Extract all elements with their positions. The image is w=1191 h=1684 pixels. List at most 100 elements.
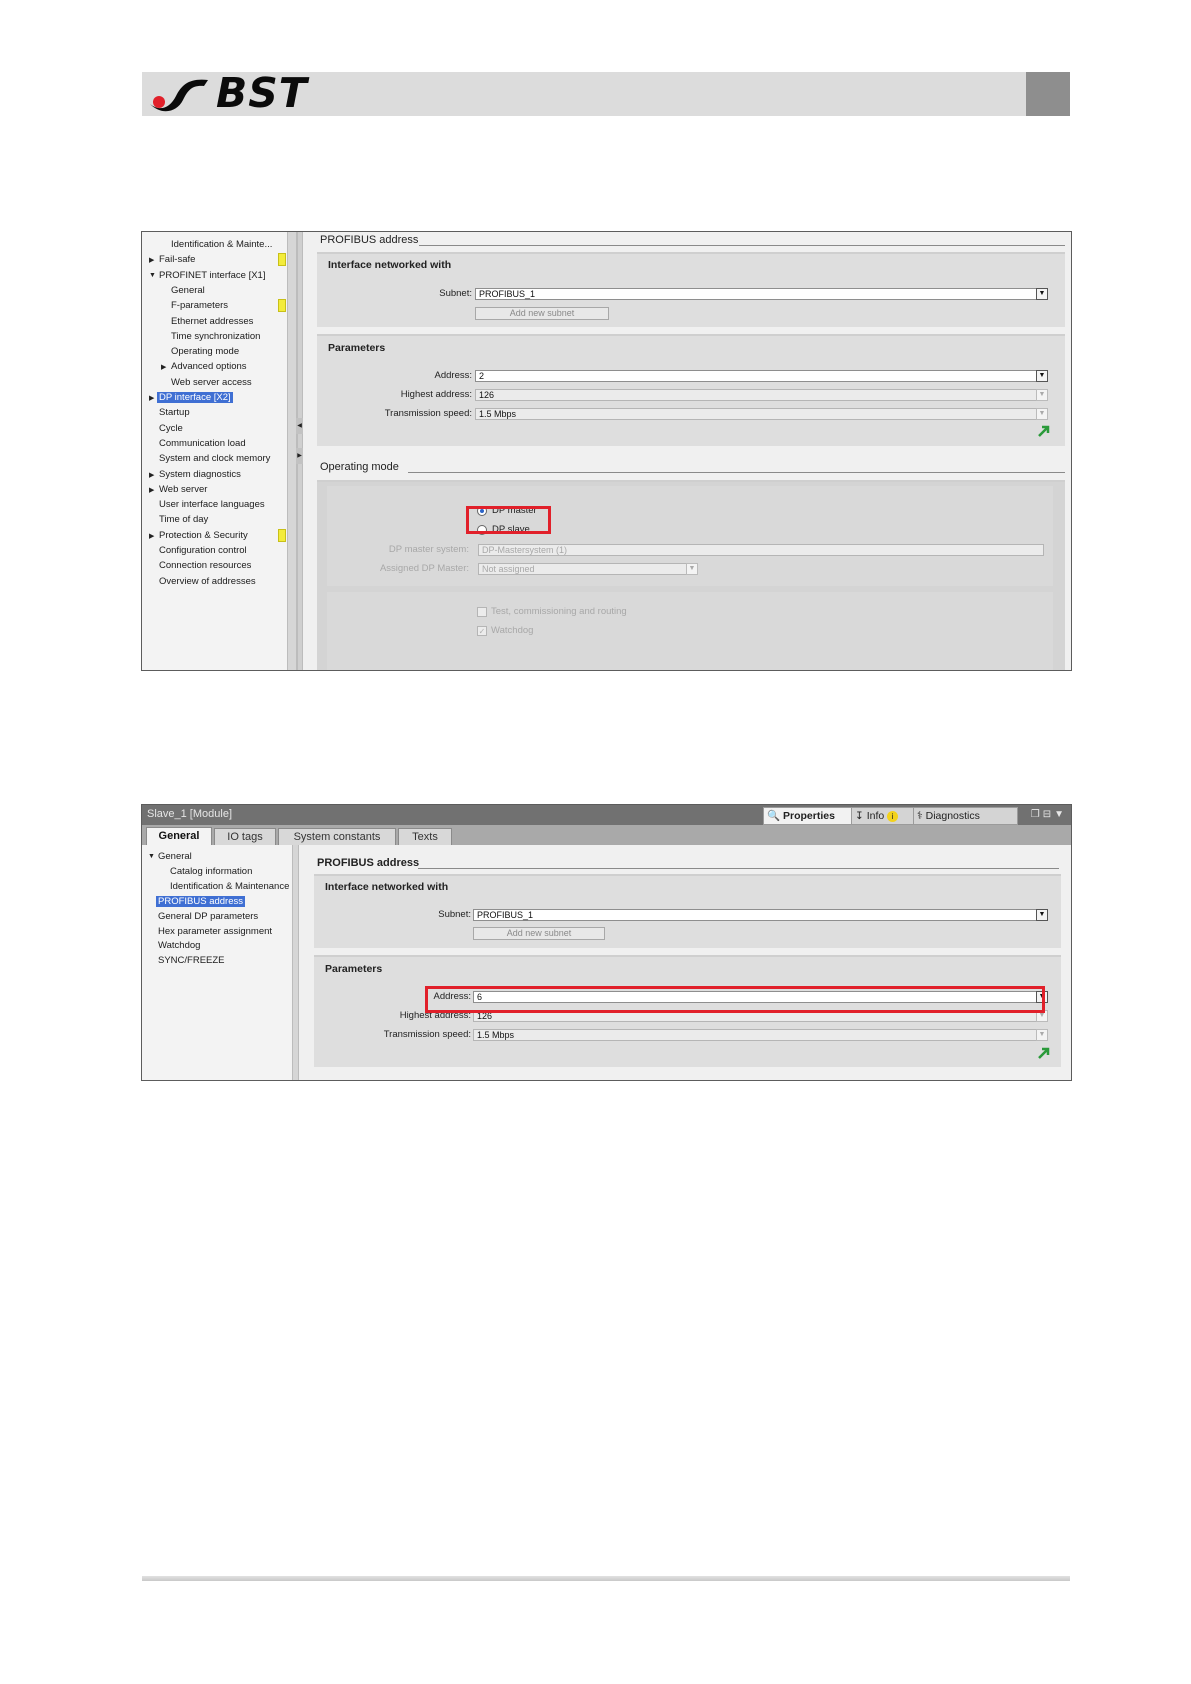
properties-tab-label: Properties — [783, 810, 835, 822]
chevron-right-icon[interactable]: ▶ — [149, 256, 154, 264]
info-tab[interactable]: ↧ Info i — [851, 807, 914, 825]
chevron-down-icon[interactable]: ▼ — [1036, 370, 1048, 382]
interface-title: Interface networked with — [328, 259, 452, 271]
tree-item[interactable]: F-parameters — [171, 300, 228, 311]
highest-address-label: Highest address: — [400, 389, 472, 400]
tree-item[interactable]: Time synchronization — [171, 331, 260, 342]
chevron-down-icon[interactable]: ▼ — [149, 272, 156, 279]
chevron-down-icon: ▼ — [1036, 389, 1048, 401]
tree-item[interactable]: SYNC/FREEZE — [158, 955, 225, 966]
parameters-panel: Parameters Address: 2 ▼ Highest address:… — [317, 334, 1065, 446]
transmission-speed-field: 1.5 Mbps ▼ — [475, 408, 1048, 420]
watchdog-label: Watchdog — [491, 625, 534, 636]
highest-address-value: 126 — [479, 390, 495, 400]
section-divider — [419, 245, 1065, 246]
tree-item[interactable]: Watchdog — [158, 940, 200, 951]
tree-item[interactable]: Identification & Maintenance — [170, 881, 289, 892]
tree-item[interactable]: Operating mode — [171, 346, 239, 357]
add-new-subnet-button[interactable]: Add new subnet — [473, 927, 605, 940]
subnet-dropdown[interactable]: PROFIBUS_1 ▼ — [475, 288, 1048, 300]
watchdog-checkbox: ✓ — [477, 626, 487, 636]
chevron-right-icon[interactable]: ▶ — [161, 363, 166, 371]
chapter-tab — [1026, 72, 1070, 116]
tree-item[interactable]: Hex parameter assignment — [158, 926, 272, 937]
window-controls[interactable]: ❐⊟▼ — [1031, 809, 1067, 820]
interface-panel: Interface networked with Subnet: PROFIBU… — [314, 874, 1061, 948]
tree-item[interactable]: Advanced options — [171, 361, 247, 372]
tree-item[interactable]: PROFINET interface [X1] — [159, 270, 265, 281]
bst-swoosh-icon — [150, 79, 208, 112]
dp-master-highlight — [466, 506, 551, 534]
tree-item[interactable]: Catalog information — [170, 866, 252, 877]
expand-right-icon[interactable]: ▶ — [296, 448, 303, 464]
tree-item[interactable]: Web server — [159, 484, 207, 495]
go-to-network-icon[interactable] — [1037, 1046, 1051, 1060]
transmission-speed-field: 1.5 Mbps ▼ — [473, 1029, 1048, 1041]
tree-item[interactable]: Communication load — [159, 438, 246, 449]
tree-item[interactable]: PROFIBUS address — [156, 895, 245, 907]
tree-item[interactable]: General — [171, 285, 205, 296]
menu-down-icon[interactable]: ▼ — [1054, 809, 1067, 820]
tree-item[interactable]: DP interface [X2] — [157, 392, 233, 403]
tree-item[interactable]: Web server access — [171, 377, 252, 388]
brand-name: BST — [216, 69, 308, 117]
tree-item[interactable]: User interface languages — [159, 499, 265, 510]
assigned-dp-master-dropdown: Not assigned ▼ — [478, 563, 698, 575]
tab-io-tags[interactable]: IO tags — [214, 828, 276, 845]
tab-system-constants[interactable]: System constants — [278, 828, 396, 845]
transmission-speed-value: 1.5 Mbps — [477, 1030, 515, 1040]
subnet-value: PROFIBUS_1 — [479, 289, 536, 299]
chevron-down-icon[interactable]: ▼ — [1036, 909, 1048, 921]
page-header: BST — [142, 69, 1070, 117]
tia-slave-properties-screenshot: Slave_1 [Module] 🔍 Properties ↧ Info i ⚕… — [141, 804, 1072, 1081]
info-arrow-icon: ↧ — [855, 810, 864, 822]
address-value: 2 — [479, 371, 485, 381]
chevron-right-icon[interactable]: ▶ — [149, 486, 154, 494]
chevron-right-icon[interactable]: ▶ — [149, 471, 154, 479]
options-area: Test, commissioning and routing ✓ Watchd… — [327, 592, 1053, 670]
subnet-dropdown[interactable]: PROFIBUS_1 ▼ — [473, 909, 1048, 921]
tree-item[interactable]: System diagnostics — [159, 469, 241, 480]
panel-splitter[interactable]: ◀ ▶ — [296, 232, 303, 670]
tia-dp-interface-screenshot: Identification & Mainte... ▶ Fail-safe ▼ PRO… — [141, 231, 1072, 671]
transmission-speed-label: Transmission speed: — [383, 1029, 471, 1040]
diagnostics-tab[interactable]: ⚕ Diagnostics — [913, 807, 1018, 825]
tab-general[interactable]: General — [146, 827, 212, 845]
tree-item[interactable]: Configuration control — [159, 545, 247, 556]
info-tab-label: Info — [866, 810, 885, 822]
chevron-down-icon: ▼ — [1036, 408, 1048, 420]
test-commissioning-label: Test, commissioning and routing — [491, 606, 627, 617]
chevron-down-icon: ▼ — [1036, 1029, 1048, 1041]
tree-item[interactable]: Connection resources — [159, 560, 251, 571]
chevron-down-icon: ▼ — [686, 563, 698, 575]
tree-item[interactable]: Time of day — [159, 514, 208, 525]
tree-item[interactable]: Startup — [159, 407, 190, 418]
test-commissioning-checkbox — [477, 607, 487, 617]
collapse-left-icon[interactable]: ◀ — [296, 418, 303, 434]
tree-item[interactable]: Cycle — [159, 423, 183, 434]
chevron-down-icon[interactable]: ▼ — [1036, 288, 1048, 300]
tree-item[interactable]: Ethernet addresses — [171, 316, 253, 327]
window-title: Slave_1 [Module] — [147, 808, 232, 820]
minimize-icon[interactable]: ⊟ — [1043, 809, 1054, 820]
tree-item[interactable]: Overview of addresses — [159, 576, 256, 587]
tree-item[interactable]: System and clock memory — [159, 453, 270, 464]
restore-icon[interactable]: ❐ — [1031, 809, 1043, 820]
tab-texts[interactable]: Texts — [398, 828, 452, 845]
tree-item[interactable]: General DP parameters — [158, 911, 258, 922]
tree-item[interactable]: Protection & Security — [159, 530, 248, 541]
navigation-tree: ▼ General Catalog information Identificatio… — [142, 845, 292, 1080]
tree-splitter[interactable] — [292, 845, 299, 1080]
dp-master-system-field: DP-Mastersystem (1) — [478, 544, 1044, 556]
diagnostics-tab-label: Diagnostics — [925, 810, 980, 822]
chevron-right-icon[interactable]: ▶ — [149, 532, 154, 540]
go-to-network-icon[interactable] — [1037, 424, 1051, 438]
chevron-right-icon[interactable]: ▶ — [149, 394, 154, 402]
tree-item[interactable]: Fail-safe — [159, 254, 195, 265]
chevron-down-icon[interactable]: ▼ — [148, 853, 155, 860]
add-new-subnet-button[interactable]: Add new subnet — [475, 307, 609, 320]
address-dropdown[interactable]: 2 ▼ — [475, 370, 1048, 382]
tree-item[interactable]: Identification & Mainte... — [171, 239, 272, 250]
tree-item[interactable]: General — [158, 851, 192, 862]
properties-tab[interactable]: 🔍 Properties — [763, 807, 852, 825]
